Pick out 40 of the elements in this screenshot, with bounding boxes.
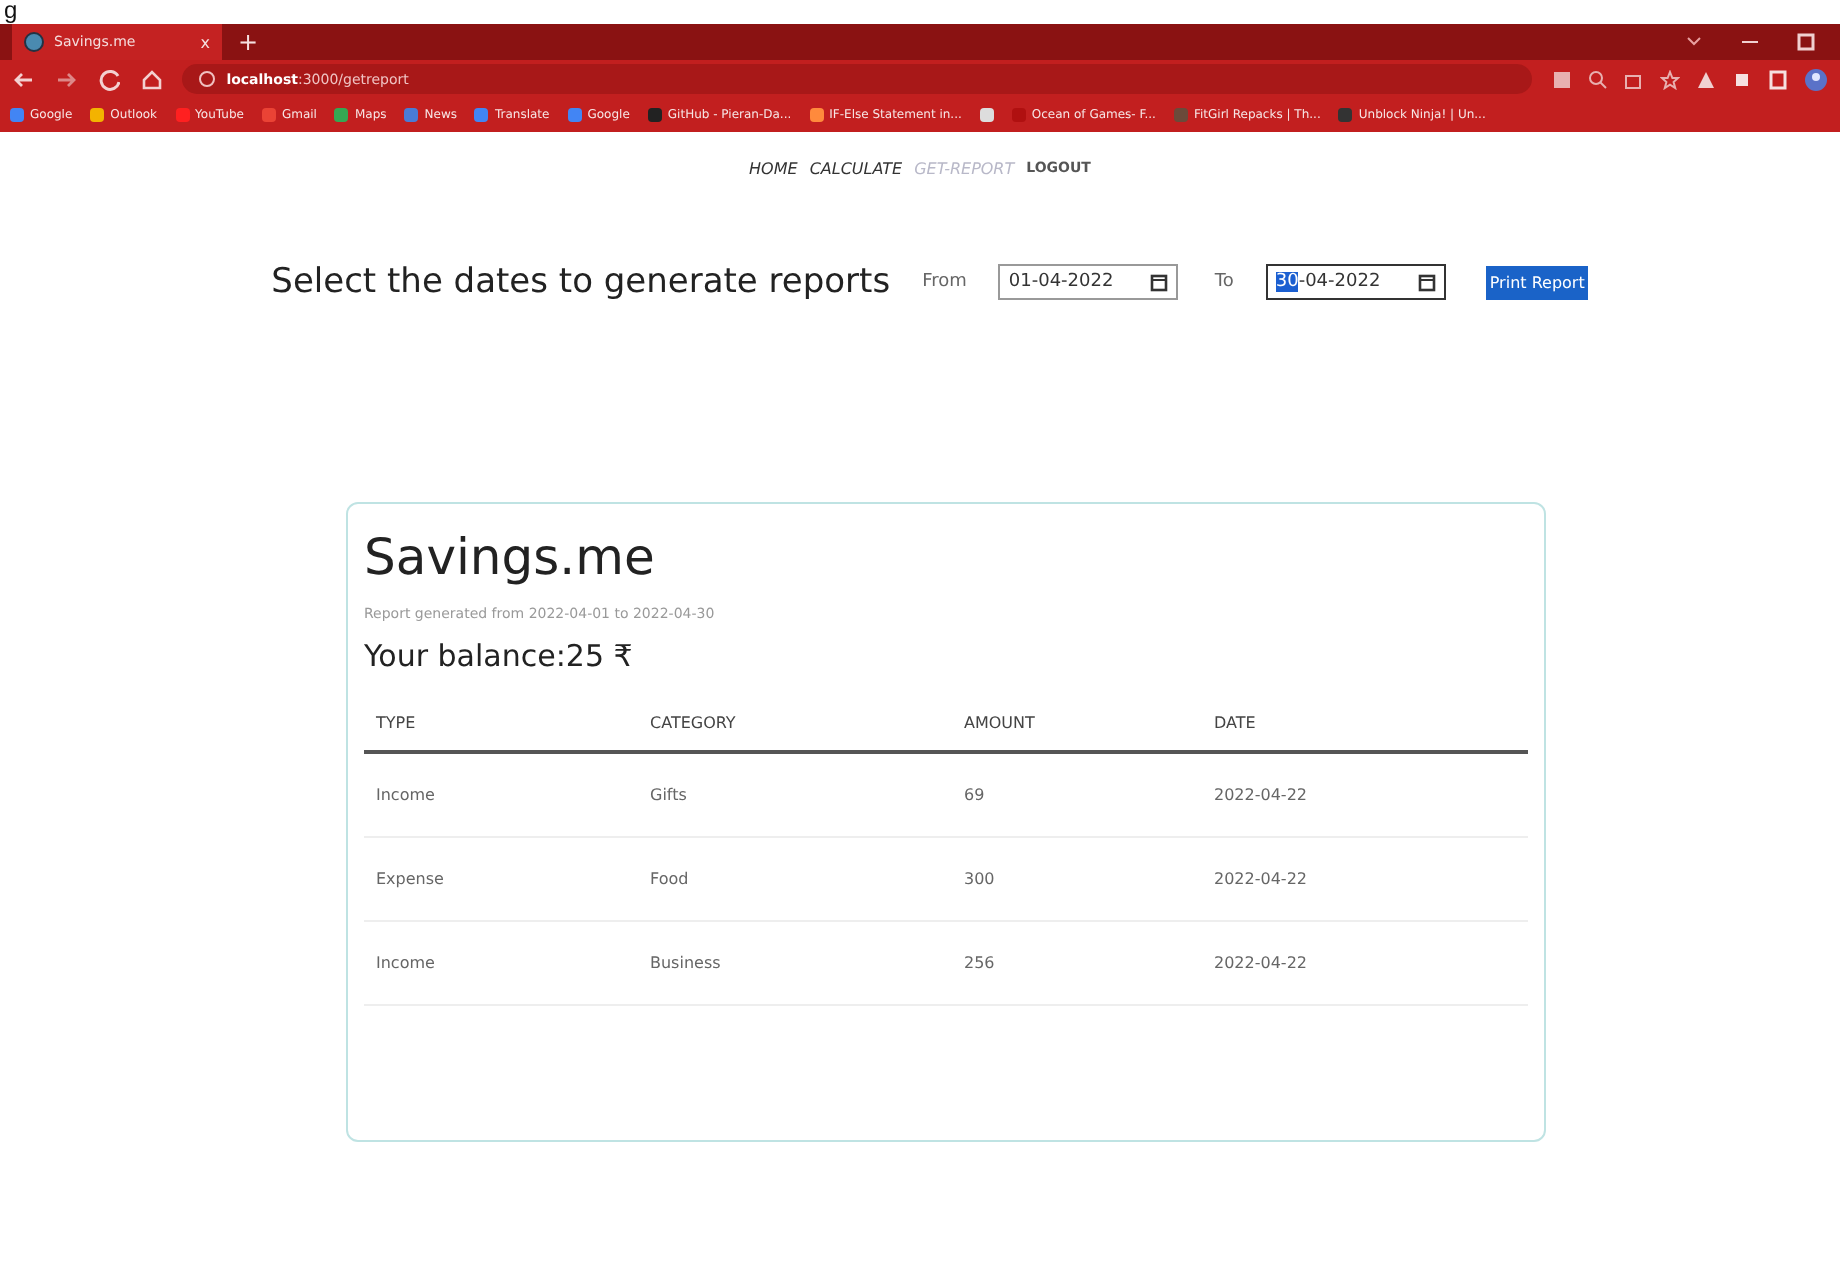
nav-link[interactable]: CALCULATE (809, 160, 903, 178)
table-cell: Business (638, 921, 952, 1005)
nav-link[interactable]: HOME (749, 160, 798, 178)
date-field[interactable]: 01-04-2022 (998, 264, 1179, 300)
table-cell: 69 (952, 752, 1202, 837)
avatar-icon[interactable] (1804, 67, 1829, 91)
table-cell: Gifts (638, 752, 952, 837)
form-heading: Select the dates to generate reports (271, 262, 891, 302)
column-header: AMOUNT (952, 694, 1202, 752)
search-icon[interactable] (1588, 69, 1609, 89)
calendar-icon[interactable] (1417, 273, 1436, 291)
table-cell: 2022-04-22 (1202, 921, 1528, 1005)
column-header: TYPE (364, 694, 638, 752)
new-tab-button[interactable]: + (238, 28, 259, 56)
star-icon[interactable] (1660, 69, 1681, 89)
back-icon[interactable] (12, 67, 35, 91)
table-cell: 256 (952, 921, 1202, 1005)
date-field[interactable]: 30-04-2022 (1265, 264, 1446, 300)
table-cell: Income (364, 921, 638, 1005)
print-report-button[interactable]: Print Report (1485, 265, 1589, 299)
table-cell: 2022-04-22 (1202, 752, 1528, 837)
table-cell: 300 (952, 837, 1202, 921)
from-label: From (922, 272, 967, 292)
forward-icon[interactable] (54, 67, 78, 91)
table-cell: 2022-04-22 (1202, 837, 1528, 921)
close-tab-button[interactable]: x (200, 33, 210, 51)
table-cell: Expense (364, 837, 638, 921)
calendar-icon[interactable] (1150, 273, 1169, 291)
balance-text: Your balance:25 ₹ (364, 638, 635, 674)
column-header: CATEGORY (638, 694, 952, 752)
table-cell: Food (638, 837, 952, 921)
column-header: DATE (1202, 694, 1528, 752)
maximize-icon[interactable] (1796, 32, 1816, 52)
home-icon[interactable] (139, 67, 163, 91)
table-cell: Income (364, 752, 638, 837)
to-label: To (1214, 272, 1234, 292)
favicon-icon (24, 32, 44, 52)
reload-icon[interactable] (97, 67, 120, 91)
report-title: Savings.me (364, 528, 657, 586)
stray-letter: g (2, 0, 20, 24)
